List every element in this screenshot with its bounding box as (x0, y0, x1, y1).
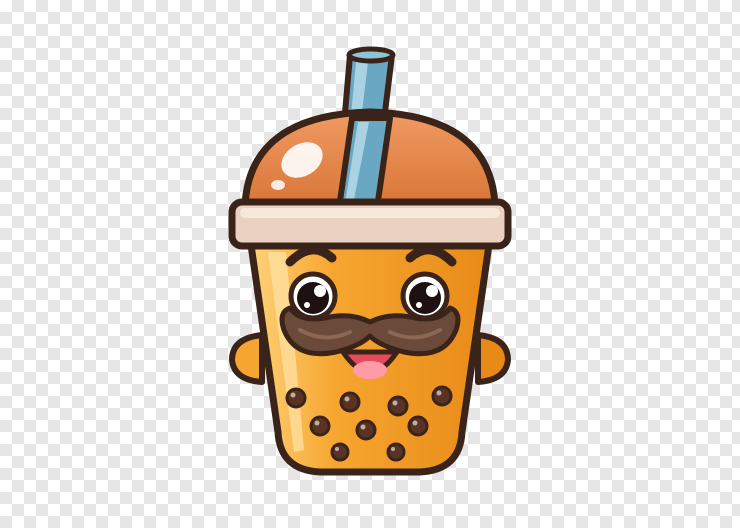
pearl (330, 442, 350, 462)
right-arm (475, 332, 511, 385)
pearl (309, 415, 331, 437)
pearl (431, 385, 453, 407)
boba-tea-illustration (228, 46, 512, 476)
pearl (387, 395, 409, 417)
pearl (407, 415, 429, 437)
right-eye (400, 271, 450, 321)
lid-rim (228, 198, 512, 250)
left-eye (288, 271, 338, 321)
left-arm (229, 332, 265, 385)
pearl (339, 391, 361, 413)
pearl (285, 387, 307, 409)
pearl (386, 442, 406, 462)
pearl (355, 419, 377, 441)
tongue (353, 361, 387, 379)
